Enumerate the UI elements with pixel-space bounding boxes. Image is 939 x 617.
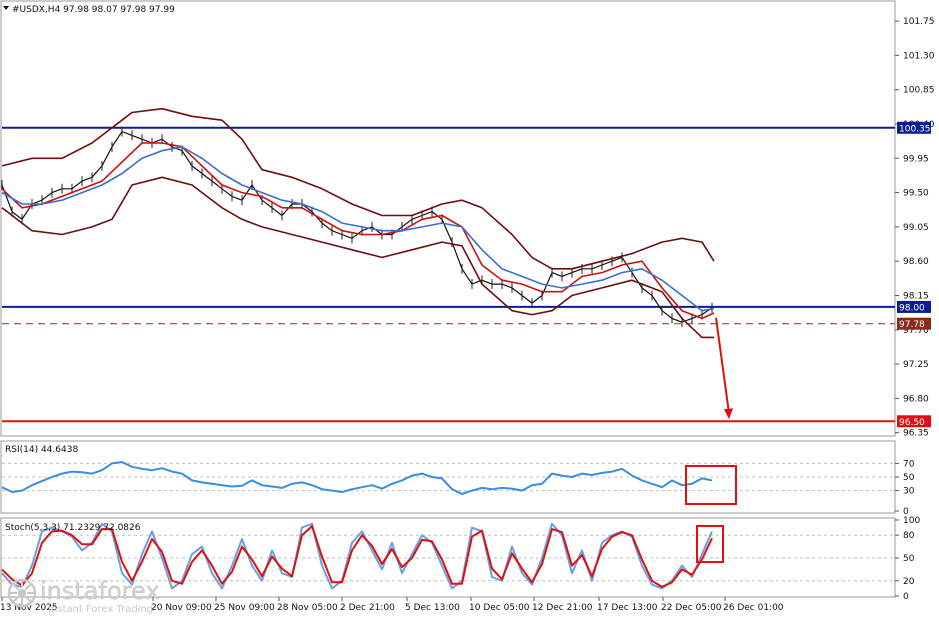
y-tick-label: 97.25 [903,360,929,370]
watermark-tagline: Instant Forex Trading [48,604,153,615]
y-tick-label: 99.95 [903,154,929,164]
x-tick-label: 12 Dec 21:00 [532,603,593,613]
x-tick-label: 22 Dec 05:00 [661,603,722,613]
stoch-panel-title: Stoch(5,3,3) 71.2329 72.0826 [5,523,141,533]
y-tick-label: 100.85 [903,86,935,96]
watermark-logo-icon [7,578,37,608]
y-tick-label: 80 [903,531,915,541]
rsi-panel-title: RSI(14) 44.6438 [5,445,78,455]
x-tick-label: 10 Dec 05:00 [469,603,530,613]
x-tick-label: 5 Dec 13:00 [405,603,460,613]
y-tick-label: 99.50 [903,189,929,199]
price-level-label: 100.35 [899,124,931,134]
x-tick-label: 2 Dec 21:00 [340,603,395,613]
y-tick-label: 30 [903,487,915,497]
price-level-label: 96.50 [899,418,925,428]
y-tick-label: 101.30 [903,51,935,61]
price-level-label: 97.78 [899,320,925,330]
chart-root: 101.75101.30100.85100.4099.9599.5099.059… [0,0,935,615]
x-tick-label: 26 Dec 01:00 [723,603,784,613]
y-tick-label: 96.35 [903,429,929,439]
x-tick-label: 17 Dec 13:00 [597,603,658,613]
price-panel-title: #USDX,H4 97.98 98.07 97.98 97.99 [12,5,175,15]
x-tick-label: 25 Nov 09:00 [214,603,275,613]
y-tick-label: 20 [903,577,915,587]
y-tick-label: 0 [903,592,909,602]
price-level-label: 98.00 [899,303,925,313]
y-tick-label: 50 [903,554,915,564]
watermark-brand: instaforex [40,577,160,605]
y-tick-label: 50 [903,473,915,483]
y-tick-label: 100 [903,516,920,526]
y-tick-label: 96.80 [903,394,929,404]
y-tick-label: 101.75 [903,17,935,27]
x-tick-label: 20 Nov 09:00 [151,603,212,613]
y-tick-label: 70 [903,459,915,469]
y-tick-label: 98.60 [903,257,929,267]
y-tick-label: 99.05 [903,223,929,233]
y-tick-label: 98.15 [903,291,929,301]
x-tick-label: 28 Nov 05:00 [277,603,338,613]
